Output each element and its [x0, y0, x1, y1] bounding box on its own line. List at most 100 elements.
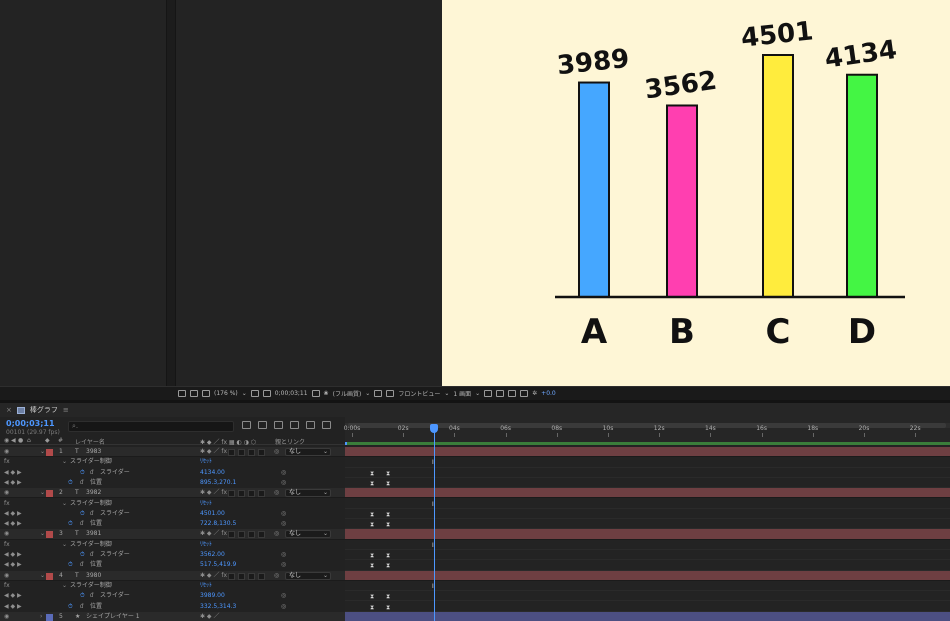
chevron-down-icon[interactable]: ⌄ — [242, 390, 247, 397]
zoom-select[interactable]: (176 %) — [214, 390, 238, 397]
position-value[interactable]: 332.5,314.3 — [200, 602, 236, 612]
visibility-icon[interactable]: ◉ — [4, 529, 9, 539]
panel-divider[interactable] — [166, 0, 176, 386]
chevron-down-icon[interactable]: ⌄ — [323, 449, 328, 455]
keyframe-marker[interactable]: ⧗ — [370, 552, 374, 560]
label-color-swatch[interactable] — [46, 449, 53, 456]
graph-icon[interactable]: ᵭ — [90, 509, 93, 519]
switch-box[interactable] — [238, 572, 245, 580]
reset-link[interactable]: ﾘｾｯﾄ — [200, 457, 212, 467]
effect-row[interactable]: fx ⌄ スライダー制御 ﾘｾｯﾄ — [0, 457, 345, 467]
position-track[interactable]: ⧗ ⧗ — [345, 477, 950, 489]
visibility-icon[interactable]: ◉ — [4, 571, 9, 581]
chevron-down-icon[interactable]: ⌄ — [444, 390, 449, 397]
effect-icon[interactable]: fx — [4, 540, 10, 550]
chevron-down-icon[interactable]: ⌄ — [475, 390, 480, 397]
layer-switches[interactable]: ✱ ◆ ／ fx — [200, 571, 227, 581]
graph-icon[interactable]: ᵭ — [80, 478, 83, 488]
expression-pickwhip-icon[interactable]: ◎ — [281, 560, 286, 570]
property-row[interactable]: ◀ ◆ ▶ ⏱ ᵭ スライダー 4501.00 ◎ — [0, 509, 345, 519]
viewer-timecode[interactable]: 0;00;03;11 — [275, 390, 308, 397]
keyframe-marker[interactable]: ⧗ — [386, 593, 390, 601]
switch-box[interactable] — [248, 449, 255, 456]
label-color-swatch[interactable] — [46, 613, 53, 621]
effect-icon[interactable]: fx — [4, 499, 10, 509]
visibility-column-icon[interactable]: ◉ — [4, 437, 9, 444]
position-track[interactable]: ⧗ ⧗ — [345, 560, 950, 571]
chevron-down-icon[interactable]: ⌄ — [323, 572, 328, 579]
slider-track[interactable]: ⧗ ⧗ — [345, 508, 950, 520]
effect-track[interactable]: I — [345, 457, 950, 468]
switch-box[interactable] — [228, 490, 235, 498]
expand-toggle-icon[interactable]: › — [40, 612, 42, 621]
layer-switches[interactable]: ✱ ◆ ／ — [200, 612, 219, 621]
composition-viewer[interactable]: 3989 A 3562 B 4501 C 4134 D — [442, 0, 950, 386]
keyframe-marker[interactable]: ⧗ — [386, 604, 390, 612]
keyframe-marker[interactable]: ⧗ — [386, 470, 390, 478]
effect-track[interactable]: I — [345, 580, 950, 592]
visibility-icon[interactable]: ◉ — [4, 612, 9, 621]
reset-link[interactable]: ﾘｾｯﾄ — [200, 499, 212, 509]
current-time[interactable]: 0;00;03;11 — [6, 419, 60, 428]
transparency-grid-icon[interactable] — [386, 390, 395, 397]
switch-box[interactable] — [248, 572, 255, 580]
keyframe-navigator[interactable]: ◀ ◆ ▶ — [4, 468, 22, 478]
timeline-tab-title[interactable]: 棒グラフ — [30, 405, 58, 415]
switch-box[interactable] — [258, 572, 265, 580]
keyframe-navigator[interactable]: ◀ ◆ ▶ — [4, 560, 22, 570]
expression-pickwhip-icon[interactable]: ◎ — [281, 478, 286, 488]
property-row[interactable]: ◀ ◆ ▶ ⏱ ᵭ 位置 722.8,130.5 ◎ — [0, 519, 345, 529]
playhead-handle[interactable] — [430, 424, 438, 433]
property-row[interactable]: ◀ ◆ ▶ ⏱ ᵭ 位置 517.5,419.9 ◎ — [0, 560, 345, 570]
effect-track[interactable]: I — [345, 498, 950, 509]
stopwatch-icon[interactable]: ⏱ — [80, 509, 85, 519]
slider-value[interactable]: 3562.00 — [200, 550, 225, 560]
layer-row[interactable]: ◉ ⌄ 2 T 3982 ✱ ◆ ／ fx ◎ なし ⌄ — [0, 488, 345, 499]
expand-toggle-icon[interactable]: ⌄ — [62, 499, 67, 509]
expand-toggle-icon[interactable]: ⌄ — [40, 571, 45, 581]
switch-box[interactable] — [228, 572, 235, 580]
position-track[interactable]: ⧗ ⧗ — [345, 519, 950, 530]
position-value[interactable]: 517.5,419.9 — [200, 560, 236, 570]
layer-duration-bar[interactable] — [345, 611, 950, 621]
expression-pickwhip-icon[interactable]: ◎ — [281, 509, 286, 519]
keyframe-navigator[interactable]: ◀ ◆ ▶ — [4, 602, 22, 612]
label-color-swatch[interactable] — [46, 490, 53, 498]
property-row[interactable]: ◀ ◆ ▶ ⏱ ᵭ スライダー 4134.00 ◎ — [0, 468, 345, 478]
keyframe-marker[interactable]: ⧗ — [370, 470, 374, 478]
keyframe-navigator[interactable]: ◀ ◆ ▶ — [4, 509, 22, 519]
label-color-swatch[interactable] — [46, 531, 53, 539]
effect-icon[interactable]: fx — [4, 457, 10, 467]
slider-track[interactable]: ⧗ ⧗ — [345, 550, 950, 561]
expand-toggle-icon[interactable]: ⌄ — [62, 540, 67, 550]
safe-zones-icon[interactable] — [250, 390, 259, 397]
vr-icon[interactable] — [202, 390, 210, 397]
parent-pickwhip-icon[interactable]: ◎ — [274, 529, 279, 539]
position-value[interactable]: 722.8,130.5 — [200, 519, 236, 529]
layer-duration-bar[interactable] — [345, 570, 950, 581]
effect-name[interactable]: スライダー制御 — [70, 457, 112, 467]
lock-column-icon[interactable]: ⌂ — [27, 437, 31, 444]
keyframe-navigator[interactable]: ◀ ◆ ▶ — [4, 519, 22, 529]
keyframe-marker[interactable]: ⧗ — [386, 511, 390, 519]
position-track[interactable]: ⧗ ⧗ — [345, 601, 950, 612]
monitor-icon[interactable] — [190, 390, 198, 397]
visibility-icon[interactable]: ◉ — [4, 447, 9, 457]
exposure-value[interactable]: +0.0 — [541, 390, 556, 397]
graph-icon[interactable]: ᵭ — [80, 560, 83, 570]
expand-toggle-icon[interactable]: ⌄ — [62, 581, 67, 591]
layer-duration-bar[interactable] — [345, 529, 950, 540]
playhead-line[interactable] — [434, 424, 435, 621]
layer-switches[interactable]: ✱ ◆ ／ fx — [200, 488, 227, 498]
frame-blending-icon[interactable] — [290, 421, 299, 429]
slider-track[interactable]: ⧗ ⧗ — [345, 591, 950, 602]
graph-editor-icon[interactable] — [322, 421, 331, 429]
layer-row[interactable]: ◉ ⌄ 3 T 3981 ✱ ◆ ／ fx ◎ なし ⌄ — [0, 529, 345, 540]
expression-pickwhip-icon[interactable]: ◎ — [281, 602, 286, 612]
expression-pickwhip-icon[interactable]: ◎ — [281, 468, 286, 478]
layer-name[interactable]: 3982 — [86, 488, 101, 498]
layer-switches[interactable]: ✱ ◆ ／ fx — [200, 447, 227, 457]
fast-preview-icon[interactable] — [496, 390, 505, 397]
layer-name[interactable]: シェイプレイヤー 1 — [86, 612, 140, 621]
label-color-swatch[interactable] — [46, 572, 53, 580]
